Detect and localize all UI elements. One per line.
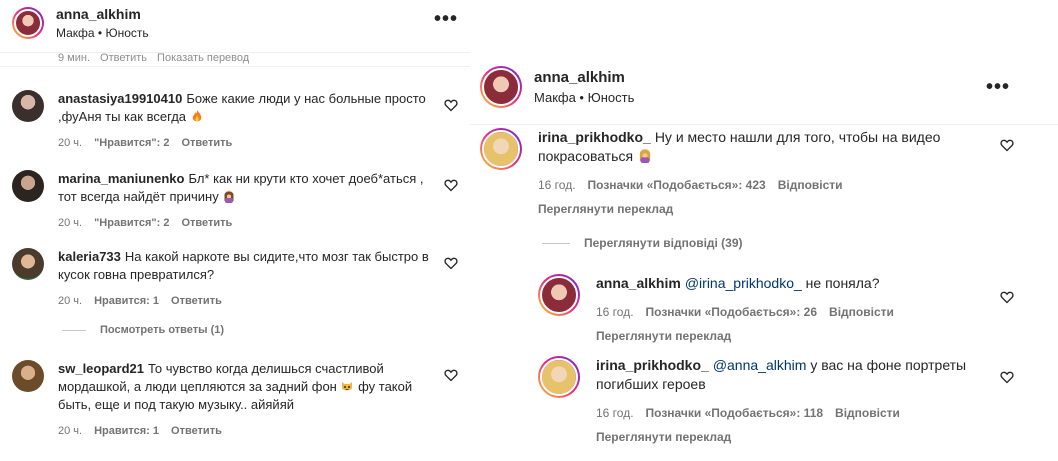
- view-replies-button[interactable]: Посмотреть ответы (1): [62, 324, 224, 336]
- comment-username[interactable]: irina_prikhodko_: [538, 129, 651, 145]
- reply-button[interactable]: Відповісти: [835, 404, 900, 422]
- post-audio-subtitle[interactable]: Макфа • Юность: [534, 90, 634, 105]
- comment-username[interactable]: anna_alkhim: [596, 275, 681, 291]
- comment-time: 20 ч.: [58, 295, 83, 307]
- more-options-icon[interactable]: •••: [986, 76, 1010, 99]
- avatar[interactable]: [12, 90, 44, 122]
- reply-item: anna_alkhim @irina_prikhodko_ не поняла? …: [538, 274, 998, 345]
- avatar[interactable]: [12, 7, 44, 39]
- avatar[interactable]: [480, 128, 522, 170]
- comment-time: 20 ч.: [58, 425, 83, 437]
- reply-button[interactable]: Відповісти: [778, 176, 843, 194]
- divider: [470, 124, 1058, 125]
- comment-likes[interactable]: "Нравится": 2: [94, 214, 169, 232]
- left-screenshot-panel: anna_alkhim Макфа • Юность ••• 9 мин. От…: [0, 0, 470, 461]
- like-heart-icon[interactable]: [444, 256, 458, 270]
- divider: [0, 66, 470, 67]
- avatar[interactable]: [12, 170, 44, 202]
- see-translation-button[interactable]: Переглянути переклад: [596, 327, 894, 345]
- comment-username[interactable]: sw_leopard21: [58, 361, 144, 376]
- comment-text: не поняла?: [805, 275, 880, 291]
- reply-button[interactable]: Ответить: [171, 422, 222, 440]
- like-heart-icon[interactable]: [444, 178, 458, 192]
- comment-time: 16 год.: [538, 178, 576, 192]
- avatar[interactable]: [538, 274, 580, 316]
- comment-item: marina_maniunenko Бл* как ни крути кто хо…: [12, 170, 432, 232]
- comment-time: 20 ч.: [58, 217, 83, 229]
- avatar[interactable]: [12, 248, 44, 280]
- comment-username[interactable]: irina_prikhodko_: [596, 357, 709, 373]
- reply-button[interactable]: Ответить: [171, 292, 222, 310]
- comment-username[interactable]: anastasiya19910410: [58, 91, 182, 106]
- right-screenshot-panel: anna_alkhim Макфа • Юность ••• irina_pri…: [470, 0, 1058, 461]
- comment-item: anastasiya19910410 Боже какие люди у нас …: [12, 90, 432, 152]
- comment-likes[interactable]: "Нравится": 2: [94, 134, 169, 152]
- post-author-username[interactable]: anna_alkhim: [534, 69, 634, 86]
- reply-item: irina_prikhodko_ @anna_alkhim у вас на фо…: [538, 356, 998, 446]
- reply-button[interactable]: Ответить: [181, 214, 232, 232]
- comment-username[interactable]: marina_maniunenko: [58, 171, 184, 186]
- post-header: anna_alkhim Макфа • Юность: [480, 66, 634, 108]
- comment-username[interactable]: kaleria733: [58, 249, 121, 264]
- like-heart-icon[interactable]: [444, 98, 458, 112]
- woman-facepalming-icon: [637, 148, 653, 164]
- mention-link[interactable]: @anna_alkhim: [713, 357, 807, 373]
- see-translation-button[interactable]: Переглянути переклад: [596, 428, 996, 446]
- comment-time: 20 ч.: [58, 137, 83, 149]
- more-options-icon[interactable]: •••: [434, 8, 458, 31]
- fire-icon: [190, 109, 204, 124]
- cut-off-meta: 9 мин. Ответить Показать перевод: [58, 52, 250, 64]
- see-translation-button[interactable]: Переглянути переклад: [538, 200, 990, 218]
- post-author-username[interactable]: anna_alkhim: [56, 6, 149, 22]
- comment-item: irina_prikhodko_ Ну и место нашли для тог…: [480, 128, 990, 218]
- avatar[interactable]: [12, 360, 44, 392]
- comment-likes[interactable]: Позначки «Подобається»: 118: [646, 404, 824, 422]
- like-heart-icon[interactable]: [1000, 138, 1014, 152]
- comment-likes[interactable]: Позначки «Подобається»: 423: [588, 176, 766, 194]
- view-replies-button[interactable]: Переглянути відповіді (39): [542, 236, 743, 250]
- like-heart-icon[interactable]: [444, 368, 458, 382]
- cat-face-icon: [340, 379, 354, 394]
- comment-item: kaleria733 На какой наркоте вы сидите,что…: [12, 248, 432, 310]
- reply-button[interactable]: Відповісти: [829, 303, 894, 321]
- comment-item: sw_leopard21 То чувство когда делишься сч…: [12, 360, 432, 440]
- mention-link[interactable]: @irina_prikhodko_: [685, 275, 802, 291]
- avatar[interactable]: [538, 356, 580, 398]
- reply-button[interactable]: Ответить: [181, 134, 232, 152]
- comment-time: 16 год.: [596, 406, 634, 420]
- comment-likes[interactable]: Нравится: 1: [94, 292, 159, 310]
- like-heart-icon[interactable]: [1000, 370, 1014, 384]
- avatar[interactable]: [480, 66, 522, 108]
- comment-time: 16 год.: [596, 305, 634, 319]
- comment-likes[interactable]: Нравится: 1: [94, 422, 159, 440]
- post-audio-subtitle[interactable]: Макфа • Юность: [56, 26, 149, 40]
- woman-facepalming-icon: [222, 189, 236, 204]
- divider: [62, 329, 86, 331]
- like-heart-icon[interactable]: [1000, 290, 1014, 304]
- divider: [542, 242, 570, 244]
- post-header: anna_alkhim Макфа • Юность: [12, 6, 149, 40]
- comment-likes[interactable]: Позначки «Подобається»: 26: [646, 303, 817, 321]
